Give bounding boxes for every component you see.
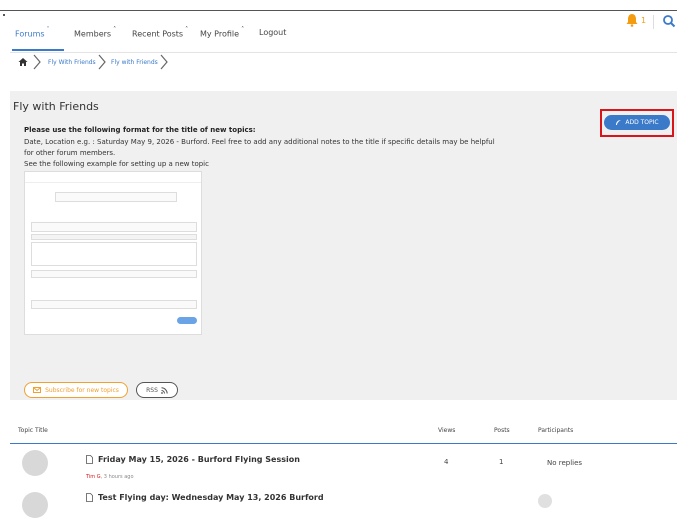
- corner-dot: [3, 14, 5, 16]
- breadcrumb-link-fly-with-friends[interactable]: Fly With Friends: [48, 59, 96, 66]
- rss-icon: [160, 386, 168, 394]
- instructions-line-1: Date, Location e.g. : Saturday May 9, 20…: [24, 138, 495, 146]
- table-header-divider: [10, 443, 677, 444]
- instructions-heading: Please use the following format for the …: [24, 126, 256, 134]
- header-participants: Participants: [538, 427, 574, 434]
- home-icon[interactable]: [18, 57, 28, 67]
- example-screenshot: [24, 171, 202, 335]
- example-editor: [31, 242, 197, 266]
- header-topic-title: Topic Title: [18, 427, 48, 434]
- nav-my-profile-label: My Profile: [200, 29, 240, 39]
- header-posts: Posts: [494, 427, 510, 434]
- chevron-down-icon: ˄: [46, 26, 50, 33]
- rss-button[interactable]: RSS: [136, 382, 178, 398]
- example-toolbar: [31, 234, 197, 240]
- nav-my-profile[interactable]: My Profile˄: [200, 26, 245, 39]
- topic-time: , 3 hours ago: [100, 474, 134, 480]
- chevron-down-icon: ˄: [113, 26, 117, 33]
- top-navigation: Forums˄ Members˄ Recent Posts˄ My Profil…: [10, 12, 677, 53]
- subscribe-button[interactable]: Subscribe for new topics: [24, 382, 128, 398]
- notification-count: 1: [641, 16, 647, 25]
- instructions-line-3: See the following example for setting up…: [24, 160, 209, 168]
- nav-logout-label: Logout: [259, 28, 287, 37]
- envelope-icon: [33, 387, 42, 393]
- nav-divider: [653, 15, 654, 29]
- nav-recent-posts[interactable]: Recent Posts˄: [132, 26, 189, 39]
- example-title-input: [31, 222, 197, 232]
- nav-recent-posts-label: Recent Posts: [132, 29, 184, 39]
- topic-title-link[interactable]: Test Flying day: Wednesday May 13, 2026 …: [98, 493, 324, 502]
- chevron-right-icon: [33, 54, 41, 70]
- nav-members[interactable]: Members˄: [74, 26, 117, 39]
- nav-forums-label: Forums: [15, 29, 45, 39]
- instructions-line-2: for other forum members.: [24, 149, 116, 157]
- top-border: [0, 10, 677, 11]
- header-views: Views: [438, 427, 456, 434]
- add-topic-label: ADD TOPIC: [625, 119, 659, 126]
- avatar[interactable]: [22, 450, 48, 476]
- example-tags-input: [31, 300, 197, 309]
- participant-avatar[interactable]: [538, 494, 552, 508]
- nav-members-label: Members: [74, 29, 112, 39]
- document-icon: [86, 455, 93, 464]
- nav-forums[interactable]: Forums˄: [15, 26, 50, 39]
- chevron-right-icon: [98, 54, 106, 70]
- search-icon[interactable]: [662, 14, 676, 28]
- nav-logout[interactable]: Logout: [259, 28, 286, 37]
- bell-icon[interactable]: [625, 13, 639, 27]
- topic-meta: Tim G, 3 hours ago: [86, 474, 134, 480]
- example-forum-select: [55, 192, 177, 202]
- avatar[interactable]: [22, 492, 48, 518]
- forum-title: Fly with Friends: [13, 100, 99, 113]
- example-attachment: [31, 270, 197, 278]
- chevron-down-icon: ˄: [241, 26, 245, 33]
- breadcrumb: Fly With Friends Fly with Friends: [10, 54, 677, 74]
- topic-views: 4: [444, 458, 449, 466]
- subscribe-label: Subscribe for new topics: [45, 386, 119, 394]
- add-topic-button[interactable]: ADD TOPIC: [604, 115, 670, 130]
- breadcrumb-current[interactable]: Fly with Friends: [111, 59, 158, 66]
- chevron-down-icon: ˄: [185, 26, 189, 33]
- topic-participants: No replies: [547, 459, 583, 467]
- topic-author[interactable]: Tim G: [86, 474, 101, 480]
- feather-icon: [616, 120, 622, 125]
- rss-label: RSS: [146, 386, 158, 394]
- example-divider: [25, 182, 201, 183]
- chevron-right-icon: [160, 54, 168, 70]
- nav-active-underline: [12, 49, 64, 51]
- document-icon: [86, 493, 93, 502]
- topic-title-link[interactable]: Friday May 15, 2026 - Burford Flying Ses…: [98, 455, 300, 464]
- topic-posts: 1: [499, 458, 504, 466]
- example-submit-button: [177, 317, 197, 324]
